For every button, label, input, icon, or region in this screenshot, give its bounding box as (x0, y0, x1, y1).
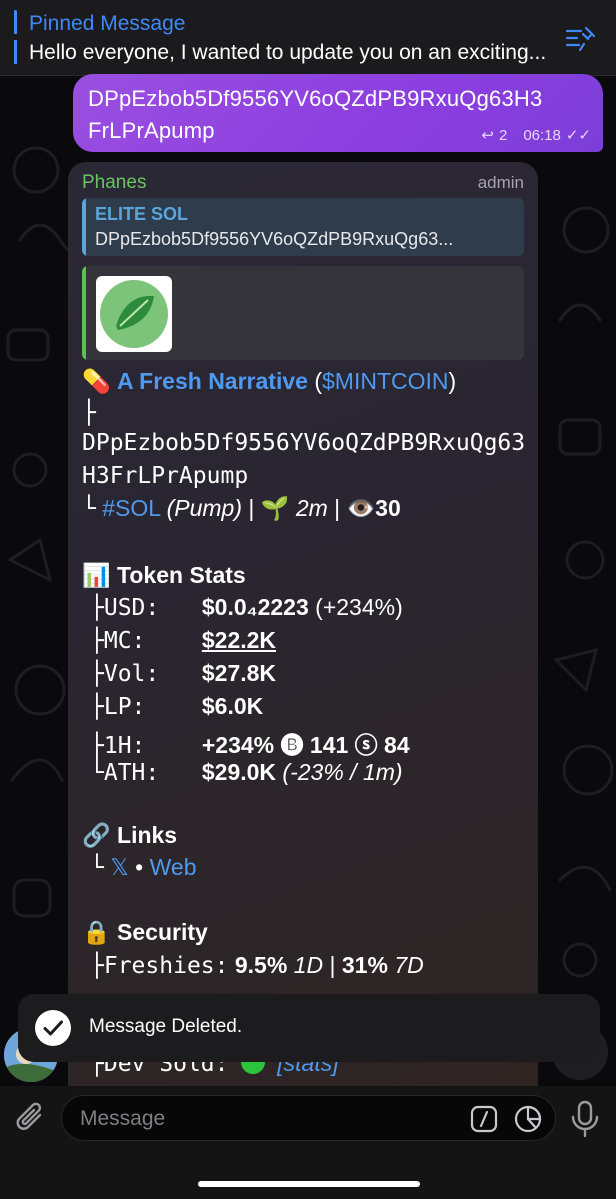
link-preview[interactable] (82, 266, 524, 360)
platform: (Pump) (166, 495, 243, 521)
security-title: Security (117, 919, 208, 945)
freshies-key: Freshies: (103, 953, 229, 979)
message-field[interactable] (61, 1095, 556, 1141)
stat-value: $6.0K (201, 693, 264, 719)
freshies-1d-value: 9.5% (234, 952, 288, 978)
tree-glyph: ├ (90, 694, 104, 720)
tree-glyph: ├ (90, 661, 104, 687)
stat-row: ├USD: $0.0₄2223 (+234%) (82, 594, 403, 621)
dot-separator: • (128, 854, 150, 880)
tree-glyph: └ (90, 855, 104, 881)
separator: | (323, 952, 342, 978)
chart-icon: 📊 (82, 562, 111, 588)
tree-glyph: ├ (90, 595, 104, 621)
contract-address-line2[interactable]: H3FrLPrApump (82, 463, 248, 489)
token-image (96, 276, 172, 352)
checkmark-icon (35, 1010, 71, 1046)
sprout-icon: 🌱 (260, 495, 290, 521)
stat-key: Vol: (103, 661, 160, 687)
tree-glyph: └ (82, 496, 96, 522)
eye-icon: 👁️ (346, 495, 376, 521)
stat-key: LP: (103, 694, 146, 720)
token-stats-title: Token Stats (117, 562, 246, 588)
tree-glyph: ├ (90, 953, 104, 979)
pill-icon: 💊 (82, 368, 111, 394)
stat-row: └ATH: $29.0K (-23% / 1m) (82, 759, 403, 786)
read-checkmarks-icon: ✓✓ (565, 127, 591, 144)
message-time: 06:18 (523, 126, 561, 144)
home-indicator[interactable] (198, 1181, 420, 1187)
freshies-1d-label: 1D (293, 952, 324, 978)
stat-row: ├MC: $22.2K (82, 627, 276, 654)
links-title: Links (117, 822, 178, 848)
contract-address-line1[interactable]: DPpEzbob5Df9556YV6oQZdPB9RxuQg63 (82, 430, 525, 456)
stat-value: $27.8K (201, 660, 277, 686)
reply-title: ELITE SOL (95, 204, 189, 224)
stat-key: USD: (103, 595, 160, 621)
sender-role: admin (477, 173, 524, 192)
toast-notification: Message Deleted. (18, 994, 600, 1062)
stat-value: $29.0K (201, 759, 277, 785)
sticker-icon[interactable] (514, 1105, 542, 1133)
branch-glyph: ├ (82, 400, 96, 426)
tree-glyph: ├ (90, 628, 104, 654)
separator: | (242, 495, 261, 521)
stat-row: ├Vol: $27.8K (82, 660, 276, 687)
freshies-row: ├Freshies: 9.5% 1D | 31% 7D (82, 952, 424, 979)
sender-name[interactable]: Phanes (82, 172, 146, 194)
outgoing-message[interactable]: DPpEzbob5Df9556YV6oQZdPB9RxuQg63H3 FrLPr… (73, 74, 603, 152)
stat-row: ├LP: $6.0K (82, 693, 263, 720)
reply-count: 2 (498, 126, 508, 144)
x-link[interactable]: 𝕏 (110, 854, 129, 880)
freshies-7d-value: 31% (341, 952, 388, 978)
reply-snippet: DPpEzbob5Df9556YV6oQZdPB9RxuQg63... (95, 229, 454, 249)
stat-key: MC: (103, 628, 146, 654)
incoming-message[interactable]: Phanes admin ELITE SOL DPpEzbob5Df9556YV… (68, 162, 538, 1122)
token-age: 2m (295, 495, 328, 521)
token-stats-header: 📊 Token Stats (82, 562, 246, 589)
stat-value: $0.0₄2223 (201, 594, 309, 620)
paren-close: ) (448, 368, 457, 394)
pinned-text: Hello everyone, I wanted to update you o… (29, 41, 547, 64)
tree-glyph: ├ (90, 733, 104, 759)
sol-hashtag[interactable]: #SOL (102, 495, 160, 521)
stat-value: +234% (201, 732, 275, 758)
paren-open: ( (307, 368, 322, 394)
headline: 💊 A Fresh Narrative ($MINTCOIN) (82, 368, 456, 395)
link-icon: 🔗 (82, 822, 111, 848)
tree-glyph: └ (90, 760, 104, 786)
pinned-list-icon[interactable] (564, 24, 598, 54)
web-link[interactable]: Web (150, 854, 197, 880)
lock-icon: 🔒 (82, 919, 111, 945)
stat-row: ├1H: +234% 🅑 141 ⓢ 84 (82, 726, 410, 760)
stat-key: 1H: (103, 733, 146, 759)
stat-extra: (-23% / 1m) (276, 759, 403, 785)
microphone-icon[interactable] (568, 1100, 602, 1138)
toast-text: Message Deleted. (89, 1016, 243, 1037)
pinned-message-bar[interactable]: Pinned Message Hello everyone, I wanted … (0, 0, 616, 76)
outgoing-text-line1: DPpEzbob5Df9556YV6oQZdPB9RxuQg63H3 (88, 86, 543, 111)
pinned-title: Pinned Message (29, 12, 186, 35)
stat-key: ATH: (103, 760, 160, 786)
security-header: 🔒 Security (82, 919, 208, 946)
stat-extra: 🅑 141 ⓢ 84 (274, 732, 410, 758)
reply-quote[interactable]: ELITE SOL DPpEzbob5Df9556YV6oQZdPB9RxuQg… (82, 198, 524, 256)
separator: | (327, 495, 347, 521)
pinned-indicator (14, 10, 17, 66)
links-header: 🔗 Links (82, 822, 177, 849)
message-input-bar (0, 1086, 616, 1199)
outgoing-text-line2: FrLPrApump (88, 118, 215, 143)
stat-value[interactable]: $22.2K (202, 627, 276, 653)
ticker-link[interactable]: $MINTCOIN (322, 368, 449, 394)
command-icon[interactable] (470, 1105, 498, 1133)
message-input[interactable] (80, 1106, 440, 1132)
freshies-7d-label: 7D (394, 952, 424, 978)
view-count: 30 (375, 495, 401, 521)
attach-icon[interactable] (14, 1100, 48, 1136)
stat-extra: (+234%) (308, 594, 403, 620)
token-name-link[interactable]: A Fresh Narrative (117, 368, 308, 394)
links-row: └ 𝕏 • Web (82, 854, 197, 881)
reply-arrow-icon: ↩ (481, 127, 494, 144)
chain-line: └ #SOL (Pump) | 🌱 2m | 👁️30 (82, 495, 401, 522)
